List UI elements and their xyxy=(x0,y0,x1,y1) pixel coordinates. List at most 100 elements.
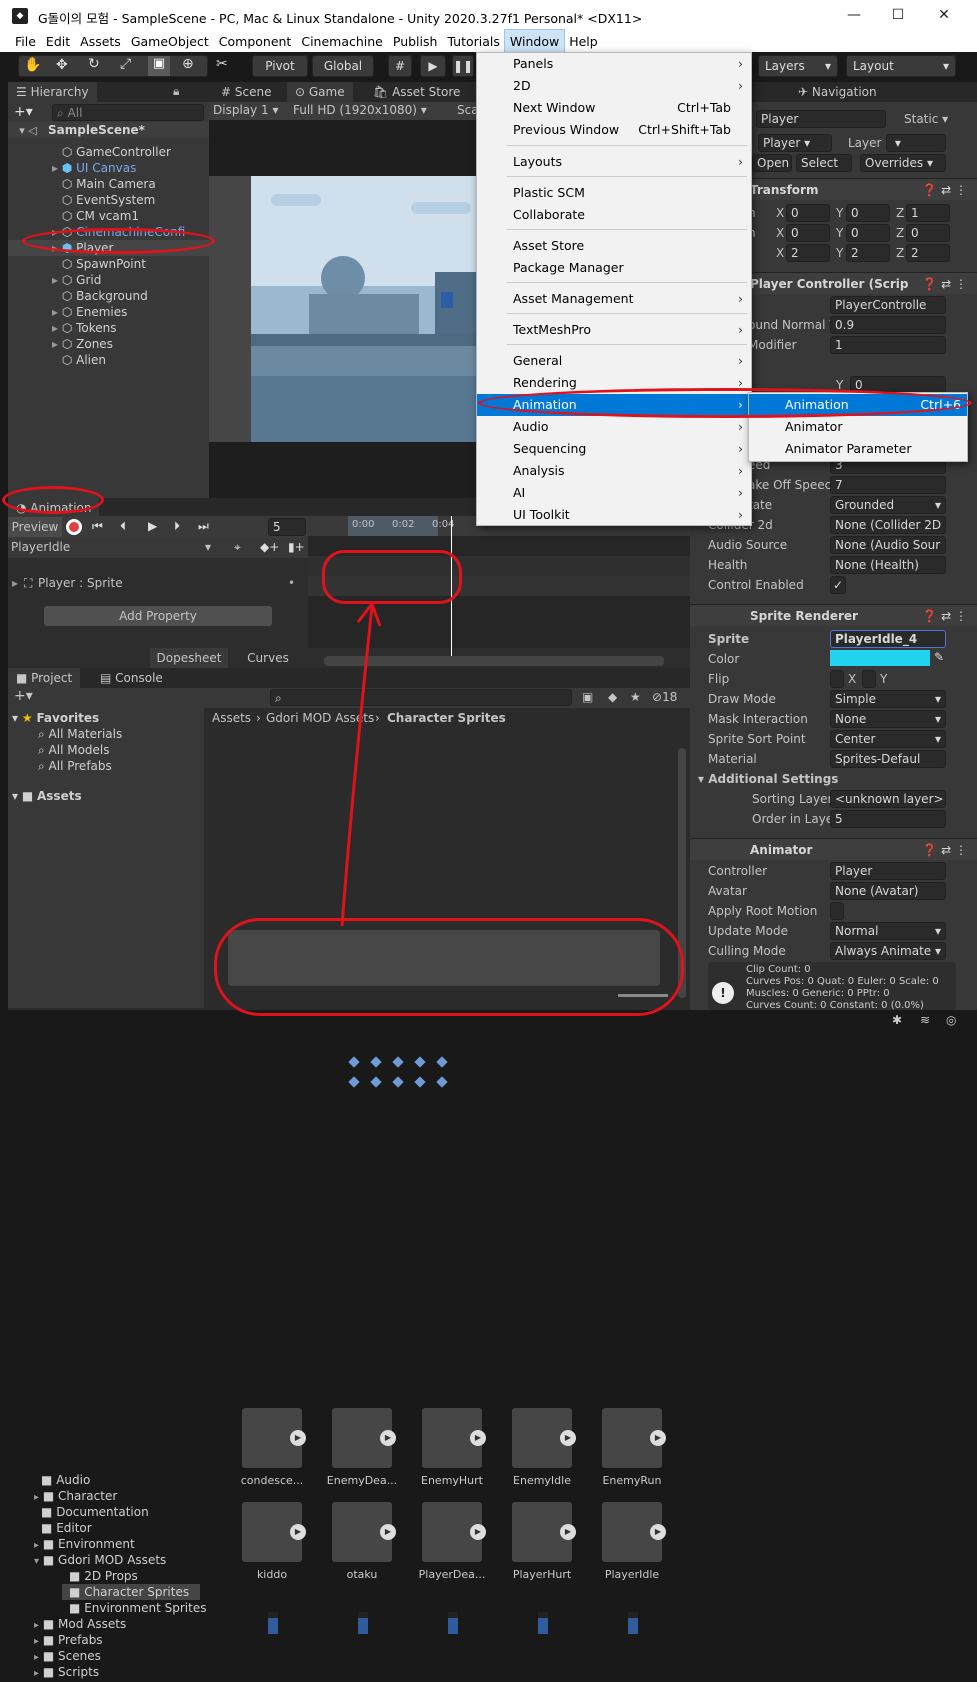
overrides-dropdown[interactable]: Overrides ▾ xyxy=(860,154,946,172)
play-icon[interactable]: ▶ xyxy=(560,1430,576,1446)
color-swatch[interactable] xyxy=(830,650,930,666)
hierarchy-search-input[interactable]: ⌕ All xyxy=(52,104,204,121)
sprite-frame[interactable] xyxy=(448,1612,458,1634)
static-toggle[interactable]: Static ▾ xyxy=(904,110,948,128)
lock-icon[interactable]: 🔒︎ xyxy=(173,84,179,99)
global-toggle[interactable]: Global xyxy=(312,55,374,77)
add-event-icon[interactable]: ▮+ xyxy=(288,540,305,554)
project-folder[interactable]: ▸ ■ Character xyxy=(34,1488,200,1504)
takeoff-input[interactable]: 7 xyxy=(830,476,946,494)
sprite-keyframe[interactable] xyxy=(414,1076,426,1088)
rect-tool-icon[interactable]: ▣ xyxy=(148,56,170,76)
hierarchy-item[interactable]: ⬡ Background xyxy=(8,288,209,304)
next-key-icon[interactable]: ⏵ xyxy=(174,519,180,534)
mask-interaction-dropdown[interactable]: None ▾ xyxy=(830,710,946,728)
play-icon[interactable]: ▶ xyxy=(290,1524,306,1540)
transform-scale-z[interactable]: 2 xyxy=(906,244,950,262)
menu-tutorials[interactable]: Tutorials xyxy=(442,30,504,52)
culling-mode-dropdown[interactable]: Always Animate ▾ xyxy=(830,942,946,960)
tab-asset-store[interactable]: 🛍︎ Asset Store xyxy=(365,82,468,102)
project-folder[interactable]: ■ Audio xyxy=(34,1472,200,1488)
open-button[interactable]: Open xyxy=(752,154,792,172)
play-icon[interactable]: ▶ xyxy=(470,1524,486,1540)
modifier-input[interactable]: 1 xyxy=(830,336,946,354)
project-folder[interactable]: ■ Environment Sprites xyxy=(62,1600,206,1616)
draw-mode-dropdown[interactable]: Simple ▾ xyxy=(830,690,946,708)
ground-normal-input[interactable]: 0.9 xyxy=(830,316,946,334)
transform-rot-y[interactable]: 0 xyxy=(846,224,890,242)
sprite-keyframe[interactable] xyxy=(436,1076,448,1088)
maximize-button[interactable]: ☐ xyxy=(884,4,912,26)
minimize-button[interactable]: — xyxy=(840,4,868,26)
preview-button[interactable]: Preview xyxy=(8,517,62,537)
add-keyframe-icon[interactable]: ◆+ xyxy=(260,540,279,554)
play-icon[interactable]: ▶ xyxy=(380,1524,396,1540)
menu-file[interactable]: File xyxy=(10,30,41,52)
play-icon[interactable]: ▶ xyxy=(290,1430,306,1446)
transform-rot-x[interactable]: 0 xyxy=(786,224,830,242)
pivot-toggle[interactable]: Pivot xyxy=(252,55,308,77)
menu-component[interactable]: Component xyxy=(214,30,297,52)
play-anim-icon[interactable]: ▶ xyxy=(148,519,157,533)
material-field[interactable]: Sprites-Defaul xyxy=(830,750,946,768)
transform-pos-z[interactable]: 1 xyxy=(906,204,950,222)
add-icon[interactable]: +▾ xyxy=(14,104,33,120)
state-dropdown[interactable]: Grounded ▾ xyxy=(830,496,946,514)
menu-edit[interactable]: Edit xyxy=(41,30,75,52)
hierarchy-item[interactable]: ⬡ Alien xyxy=(8,352,209,368)
window-menu-item[interactable]: TextMeshPro › xyxy=(477,319,751,341)
assets-header[interactable]: ▾ ■ Assets xyxy=(12,788,82,804)
flip-x-checkbox[interactable] xyxy=(830,670,844,688)
filter-type-icon[interactable]: ▣ xyxy=(582,690,593,704)
hierarchy-item[interactable]: ⬡ EventSystem xyxy=(8,192,209,208)
close-button[interactable]: ✕ xyxy=(930,4,958,26)
hierarchy-item[interactable]: ▸ ⬡ Tokens xyxy=(8,320,209,336)
controller-field[interactable]: Player xyxy=(830,862,946,880)
game-viewport[interactable] xyxy=(251,176,477,442)
hierarchy-item[interactable]: ⬡ GameController xyxy=(8,144,209,160)
hierarchy-item[interactable]: ▸ ⬡ Grid xyxy=(8,272,209,288)
control-enabled-checkbox[interactable]: ✓ xyxy=(830,576,846,594)
submenu-animator-parameter[interactable]: Animator Parameter xyxy=(749,438,967,460)
play-icon[interactable]: ▶ xyxy=(420,55,446,77)
summary-keyframe[interactable] xyxy=(414,1056,426,1068)
display-dropdown[interactable]: Display 1 ▾ xyxy=(213,103,279,117)
move-tool-icon[interactable]: ✥ xyxy=(56,57,68,73)
transform-tool-icon[interactable]: ⊕ xyxy=(182,56,194,72)
property-row[interactable]: ▸ ⛶ Player : Sprite • xyxy=(8,574,308,594)
sprite-keyframe[interactable] xyxy=(370,1076,382,1088)
play-icon[interactable]: ▶ xyxy=(650,1524,666,1540)
sprite-keyframe[interactable] xyxy=(392,1076,404,1088)
window-menu-item[interactable]: Audio › xyxy=(477,416,751,438)
health-field[interactable]: None (Health) xyxy=(830,556,946,574)
project-folder[interactable]: ▸ ■ Scenes xyxy=(34,1648,200,1664)
object-name-input[interactable]: Player xyxy=(756,110,886,128)
sprite-renderer-header[interactable]: Sprite Renderer ❓ ⇄ ⋮ xyxy=(690,604,977,626)
window-menu-item[interactable]: Asset Store xyxy=(477,235,751,257)
crumb-assets[interactable]: Assets xyxy=(212,711,251,725)
apply-root-motion-checkbox[interactable] xyxy=(830,902,844,920)
window-menu-item[interactable]: UI Toolkit › xyxy=(477,504,751,526)
favorite-icon[interactable]: ★ xyxy=(630,690,641,704)
project-folder[interactable]: ▸ ■ Scripts xyxy=(34,1664,200,1680)
hierarchy-item[interactable]: ⬡ CM vcam1 xyxy=(8,208,209,224)
project-folder[interactable]: ▸ ■ Prefabs xyxy=(34,1632,200,1648)
play-icon[interactable]: ▶ xyxy=(650,1430,666,1446)
keyframe-filter-icon[interactable]: ⌖ xyxy=(234,540,241,555)
hidden-count-icon[interactable]: ⊘18 xyxy=(652,690,677,704)
scene-row[interactable]: ▾ ◁ SampleScene* xyxy=(8,122,209,138)
menu-cinemachine[interactable]: Cinemachine xyxy=(296,30,388,52)
prev-key-icon[interactable]: ⏴ xyxy=(120,519,126,534)
hierarchy-item[interactable]: ⬡ Main Camera xyxy=(8,176,209,192)
project-folder[interactable]: ▾ ■ Gdori MOD Assets xyxy=(34,1552,200,1568)
audio-source-field[interactable]: None (Audio Sour xyxy=(830,536,946,554)
transform-pos-x[interactable]: 0 xyxy=(786,204,830,222)
order-in-layer-input[interactable]: 5 xyxy=(830,810,946,828)
create-icon[interactable]: +▾ xyxy=(14,688,33,704)
additional-settings-foldout[interactable]: ▾ Additional Settings xyxy=(698,770,838,788)
tab-hierarchy[interactable]: ☰ Hierarchy xyxy=(8,82,97,102)
hierarchy-item[interactable]: ▸ ⬢ UI Canvas xyxy=(8,160,209,176)
project-folder[interactable]: ■ 2D Props xyxy=(62,1568,200,1584)
fav-all-models[interactable]: ⌕ All Models xyxy=(38,742,110,758)
menu-window[interactable]: Window xyxy=(503,29,566,53)
